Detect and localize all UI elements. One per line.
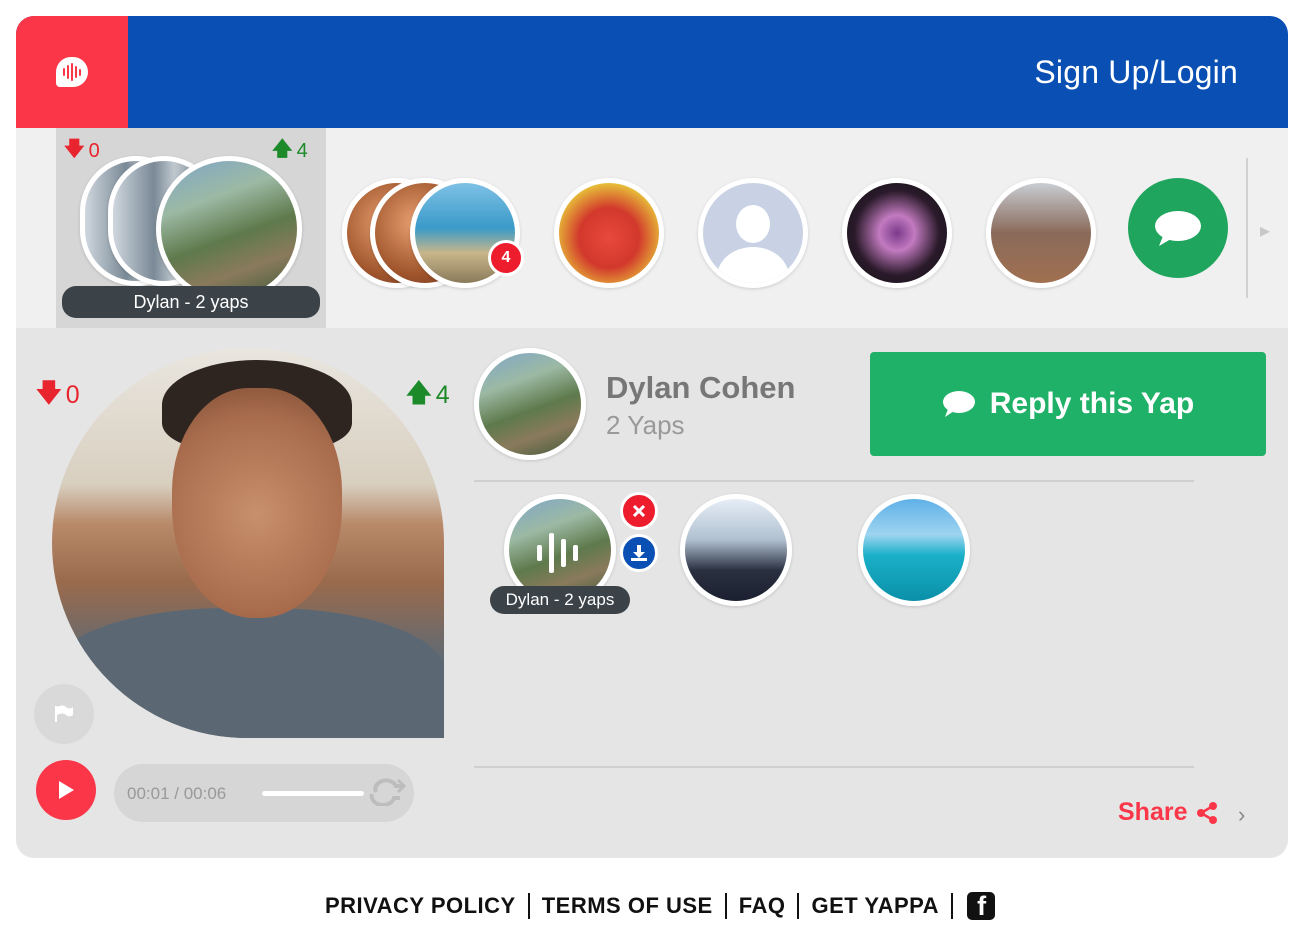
unread-badge: 4 bbox=[488, 240, 524, 276]
speech-bubble-icon bbox=[1155, 211, 1201, 246]
share-icon bbox=[1197, 801, 1218, 824]
strip-name-pill: Dylan - 2 yaps bbox=[62, 286, 320, 318]
video-upvote-button[interactable]: 🡅 4 bbox=[406, 374, 450, 417]
profile-yap-count: 2 Yaps bbox=[606, 410, 685, 440]
yappa-logo-icon bbox=[56, 57, 88, 87]
video-downvote-count: 0 bbox=[65, 381, 80, 409]
arrow-down-icon: 🡇 bbox=[64, 138, 85, 160]
audio-controls: 00:01 / 00:06 bbox=[114, 764, 414, 822]
downvote-count: 0 bbox=[88, 139, 100, 162]
get-yappa-link[interactable]: GET YAPPA bbox=[799, 893, 954, 919]
strip-divider bbox=[1246, 158, 1248, 298]
chevron-right-icon[interactable]: ▸ bbox=[1260, 218, 1270, 243]
arrow-down-icon: 🡇 bbox=[36, 379, 62, 407]
download-icon bbox=[631, 545, 647, 561]
reply-label: Reply this Yap bbox=[989, 387, 1195, 420]
strip-item-4[interactable] bbox=[698, 178, 808, 288]
share-button[interactable]: Share bbox=[1118, 798, 1219, 827]
strip-item-active[interactable]: 🡇 0 🡅 4 Dylan - 2 yaps bbox=[56, 128, 326, 328]
arrow-up-icon: 🡅 bbox=[406, 379, 432, 407]
reply-name-pill: Dylan - 2 yaps bbox=[490, 586, 630, 614]
divider-top bbox=[474, 480, 1194, 482]
waveform-icon bbox=[537, 533, 578, 573]
flag-icon bbox=[55, 705, 73, 722]
speech-bubble-icon bbox=[942, 391, 975, 417]
strip-item-3[interactable] bbox=[554, 178, 664, 288]
video-shirt bbox=[52, 608, 444, 738]
audio-time: 00:01 / 00:06 bbox=[127, 784, 227, 803]
faq-link[interactable]: FAQ bbox=[727, 893, 800, 919]
profile-avatar[interactable] bbox=[474, 348, 586, 460]
yap-strip: 🡇 0 🡅 4 Dylan - 2 yaps 4 ▸ bbox=[16, 128, 1288, 328]
footer: PRIVACY POLICY TERMS OF USE FAQ GET YAPP… bbox=[0, 888, 1308, 924]
video-player[interactable] bbox=[52, 348, 444, 738]
terms-of-use-link[interactable]: TERMS OF USE bbox=[530, 893, 727, 919]
share-label: Share bbox=[1118, 798, 1188, 826]
chevron-right-icon[interactable]: › bbox=[1238, 802, 1245, 828]
strip-item-6[interactable] bbox=[986, 178, 1096, 288]
profile-name[interactable]: Dylan Cohen bbox=[606, 370, 795, 406]
reply-avatar-2[interactable] bbox=[680, 494, 792, 606]
flag-button[interactable] bbox=[34, 684, 94, 744]
divider-bottom bbox=[474, 766, 1194, 768]
downvote-button[interactable]: 🡇 0 bbox=[64, 134, 100, 168]
stack-avatar-3 bbox=[156, 156, 302, 302]
loop-icon[interactable] bbox=[368, 776, 406, 806]
main-panel: 🡇0 🡅4 00:01 / 00:06 Dylan Cohen 2 Yaps bbox=[16, 328, 1288, 858]
reply-yap-button[interactable]: Reply this Yap bbox=[870, 352, 1266, 456]
new-yap-button[interactable] bbox=[1128, 178, 1228, 278]
arrow-up-icon: 🡅 bbox=[272, 138, 293, 160]
download-reply-button[interactable] bbox=[620, 534, 658, 572]
audio-progress-track[interactable] bbox=[262, 791, 364, 796]
play-icon bbox=[59, 781, 74, 799]
signup-login-link[interactable]: Sign Up/Login bbox=[1034, 54, 1238, 91]
logo-button[interactable] bbox=[16, 16, 128, 128]
facebook-icon[interactable]: f bbox=[967, 891, 996, 921]
reply-avatar-3[interactable] bbox=[858, 494, 970, 606]
video-upvote-count: 4 bbox=[435, 381, 450, 409]
upvote-count: 4 bbox=[296, 139, 308, 162]
upvote-button[interactable]: 🡅 4 bbox=[272, 134, 308, 168]
privacy-policy-link[interactable]: PRIVACY POLICY bbox=[313, 893, 530, 919]
delete-reply-button[interactable] bbox=[620, 492, 658, 530]
play-button[interactable] bbox=[36, 760, 96, 820]
strip-item-5[interactable] bbox=[842, 178, 952, 288]
close-icon bbox=[632, 504, 646, 518]
yap-card: Sign Up/Login 🡇 0 🡅 4 Dylan - 2 yaps 4 ▸… bbox=[16, 16, 1288, 858]
video-face bbox=[172, 388, 342, 618]
video-downvote-button[interactable]: 🡇 0 bbox=[36, 374, 80, 417]
header: Sign Up/Login bbox=[16, 16, 1288, 128]
